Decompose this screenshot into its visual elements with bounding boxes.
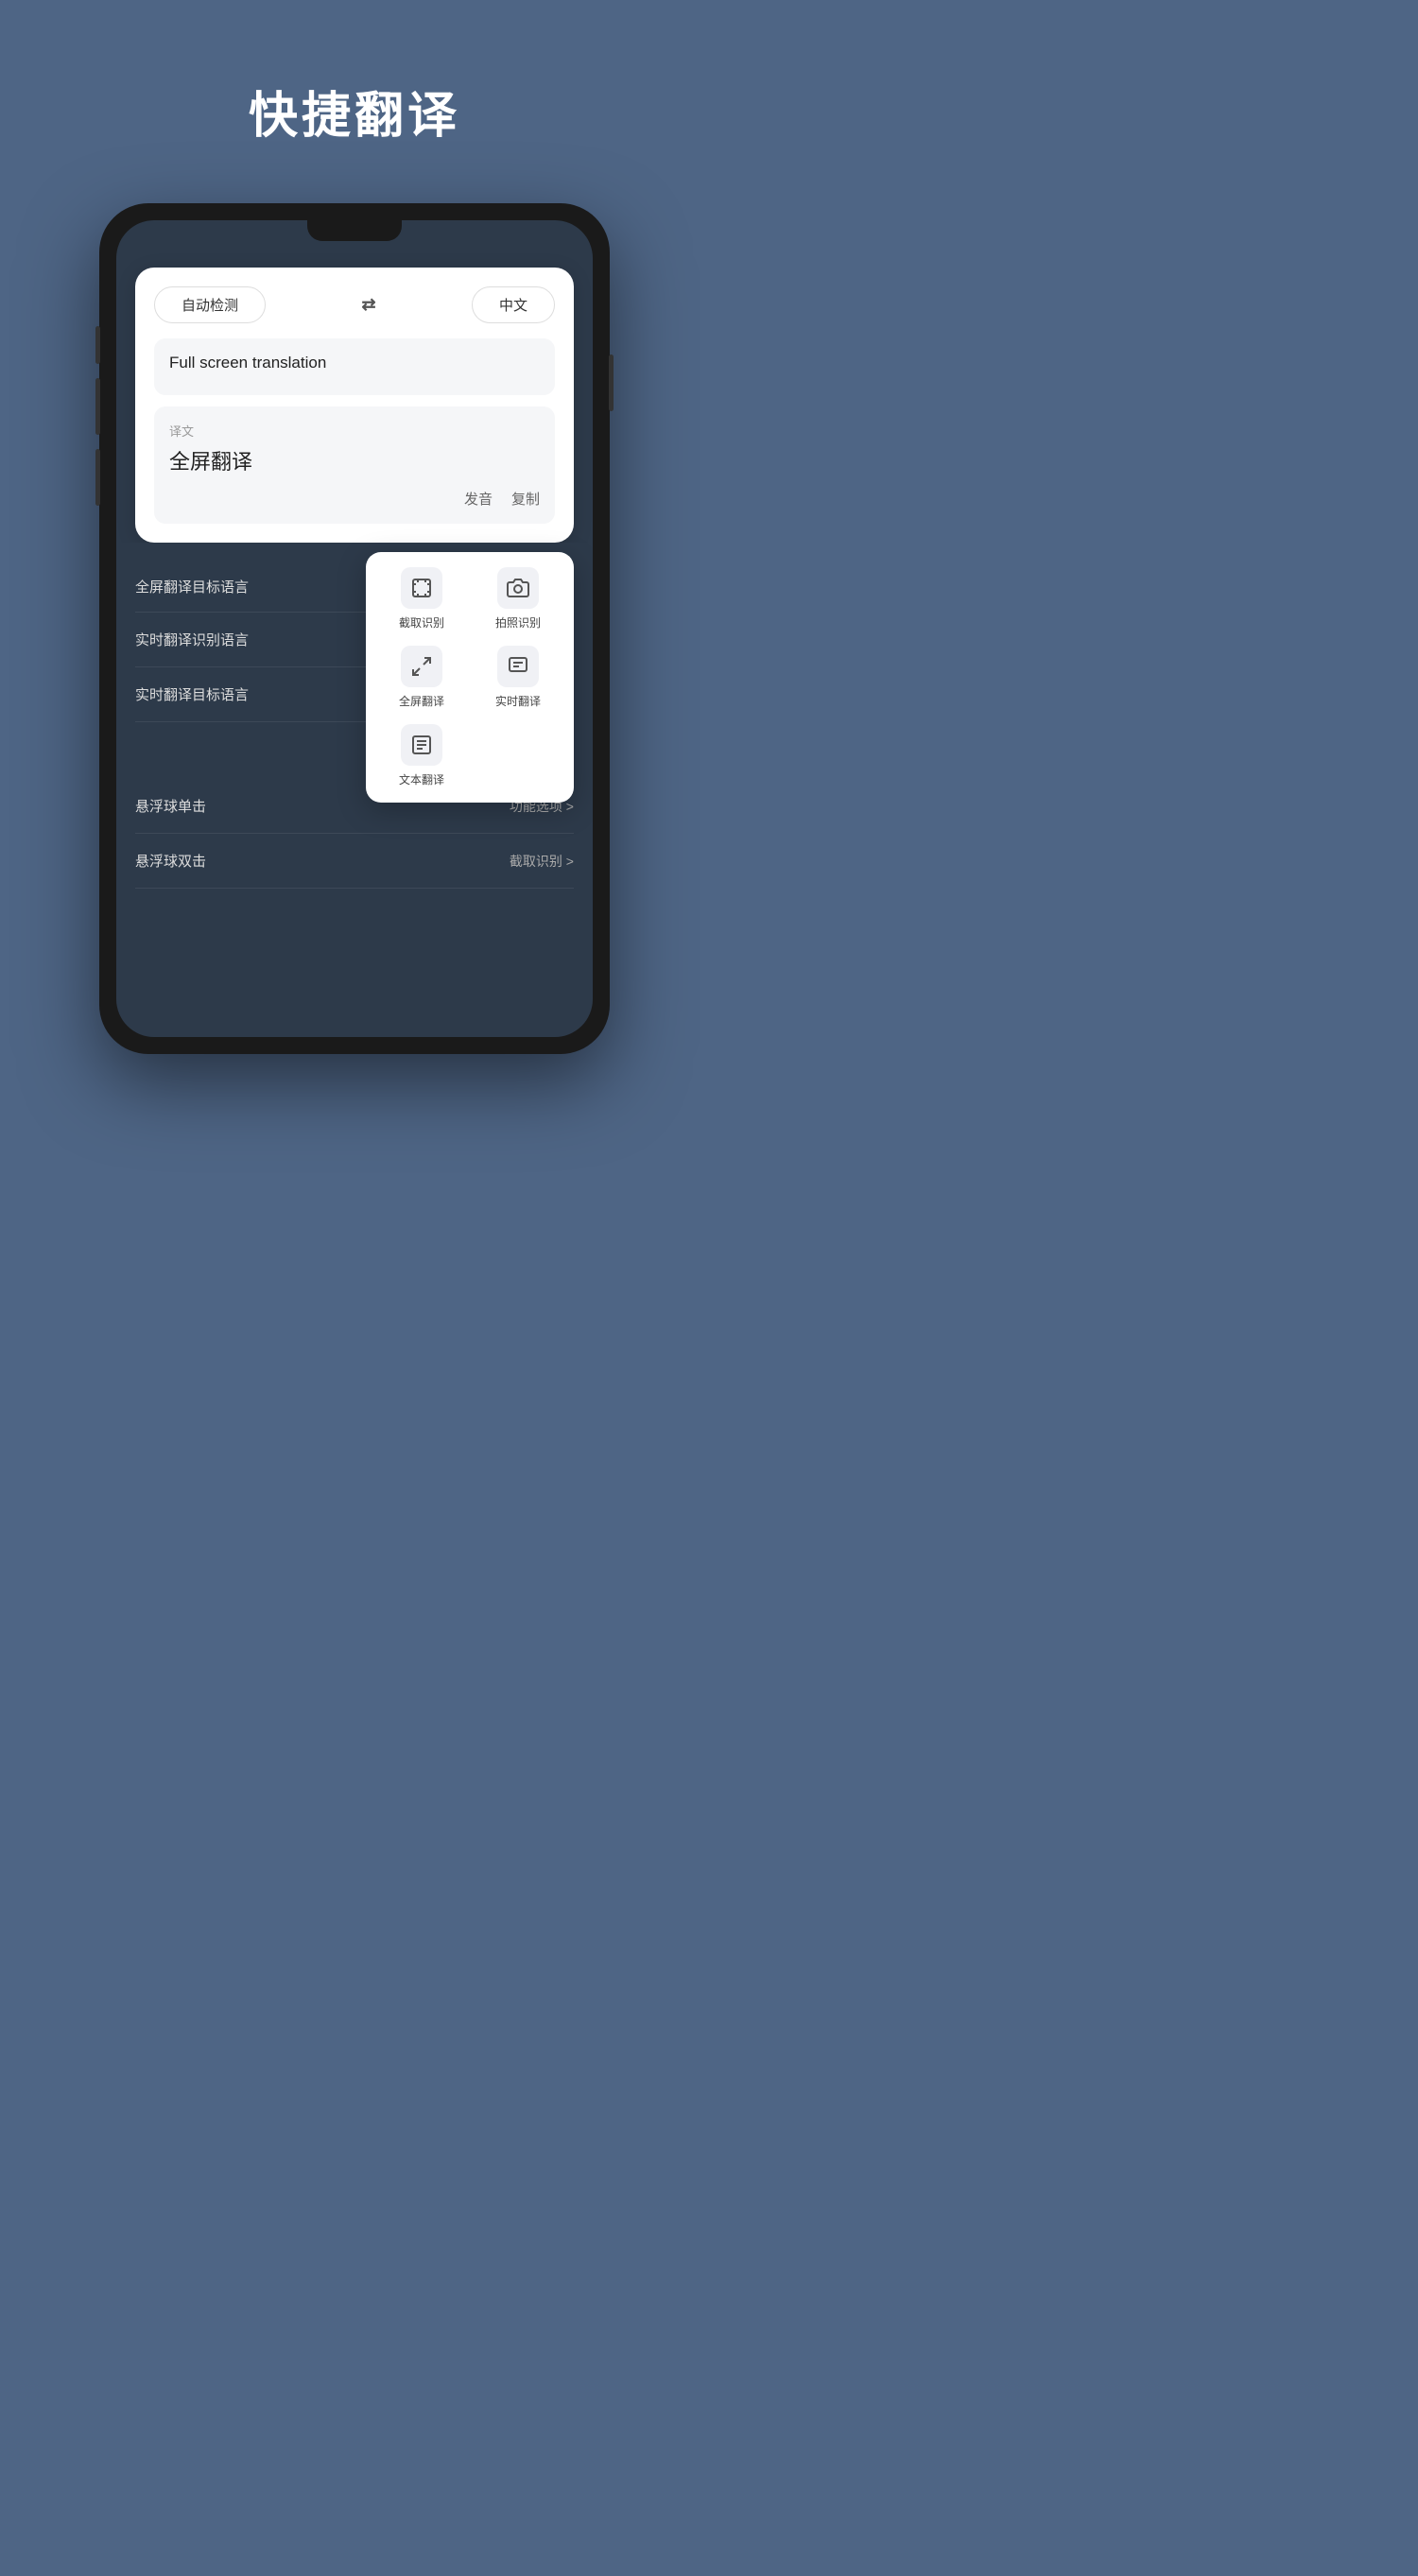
realtime-icon bbox=[497, 646, 539, 687]
settings-row-label: 悬浮球双击 bbox=[135, 851, 206, 871]
qa-item-realtime-translate[interactable]: 实时翻译 bbox=[477, 646, 559, 709]
qa-label-screenshot: 截取识别 bbox=[399, 614, 444, 631]
result-text: 全屏翻译 bbox=[169, 445, 540, 475]
qa-label-text: 文本翻译 bbox=[399, 771, 444, 787]
qa-item-fullscreen-translate[interactable]: 全屏翻译 bbox=[381, 646, 462, 709]
swap-icon[interactable]: ⇄ bbox=[361, 295, 375, 315]
qa-item-text-translate[interactable]: 文本翻译 bbox=[381, 724, 462, 787]
screenshot-icon bbox=[401, 567, 442, 609]
settings-row-label: 实时翻译识别语言 bbox=[135, 630, 249, 649]
camera-icon bbox=[497, 567, 539, 609]
language-bar: 自动检测 ⇄ 中文 bbox=[154, 286, 555, 323]
result-actions: 发音 复制 bbox=[169, 489, 540, 509]
settings-row-label: 悬浮球单击 bbox=[135, 796, 206, 816]
phone-mockup: 自动检测 ⇄ 中文 Full screen translation 译文 全屏翻… bbox=[99, 203, 610, 1054]
text-translate-icon bbox=[401, 724, 442, 766]
target-lang-button[interactable]: 中文 bbox=[472, 286, 555, 323]
fullscreen-icon bbox=[401, 646, 442, 687]
page-title: 快捷翻译 bbox=[249, 76, 460, 147]
phone-screen: 自动检测 ⇄ 中文 Full screen translation 译文 全屏翻… bbox=[116, 220, 593, 1037]
settings-row-value: 截取识别 > bbox=[510, 852, 574, 871]
pronounce-button[interactable]: 发音 bbox=[464, 489, 493, 509]
phone-notch bbox=[307, 220, 402, 241]
result-label: 译文 bbox=[169, 422, 540, 440]
translation-card: 自动检测 ⇄ 中文 Full screen translation 译文 全屏翻… bbox=[135, 268, 574, 543]
volume-down-button bbox=[95, 449, 100, 506]
settings-area: 全屏翻译目标语言 中文 > 截取识别 bbox=[116, 543, 593, 889]
source-lang-button[interactable]: 自动检测 bbox=[154, 286, 266, 323]
settings-row-label: 全屏翻译目标语言 bbox=[135, 577, 249, 596]
qa-label-fullscreen: 全屏翻译 bbox=[399, 693, 444, 709]
mute-button bbox=[95, 326, 100, 364]
power-button bbox=[609, 354, 614, 411]
settings-row-label: 实时翻译目标语言 bbox=[135, 684, 249, 704]
qa-label-camera: 拍照识别 bbox=[495, 614, 541, 631]
input-text[interactable]: Full screen translation bbox=[154, 338, 555, 395]
quick-action-popup: 截取识别 拍照识别 bbox=[366, 552, 574, 803]
result-area: 译文 全屏翻译 发音 复制 bbox=[154, 406, 555, 524]
settings-row-float-double[interactable]: 悬浮球双击 截取识别 > bbox=[135, 834, 574, 889]
qa-item-camera[interactable]: 拍照识别 bbox=[477, 567, 559, 631]
qa-label-realtime: 实时翻译 bbox=[495, 693, 541, 709]
copy-button[interactable]: 复制 bbox=[511, 489, 540, 509]
qa-item-screenshot[interactable]: 截取识别 bbox=[381, 567, 462, 631]
volume-up-button bbox=[95, 378, 100, 435]
